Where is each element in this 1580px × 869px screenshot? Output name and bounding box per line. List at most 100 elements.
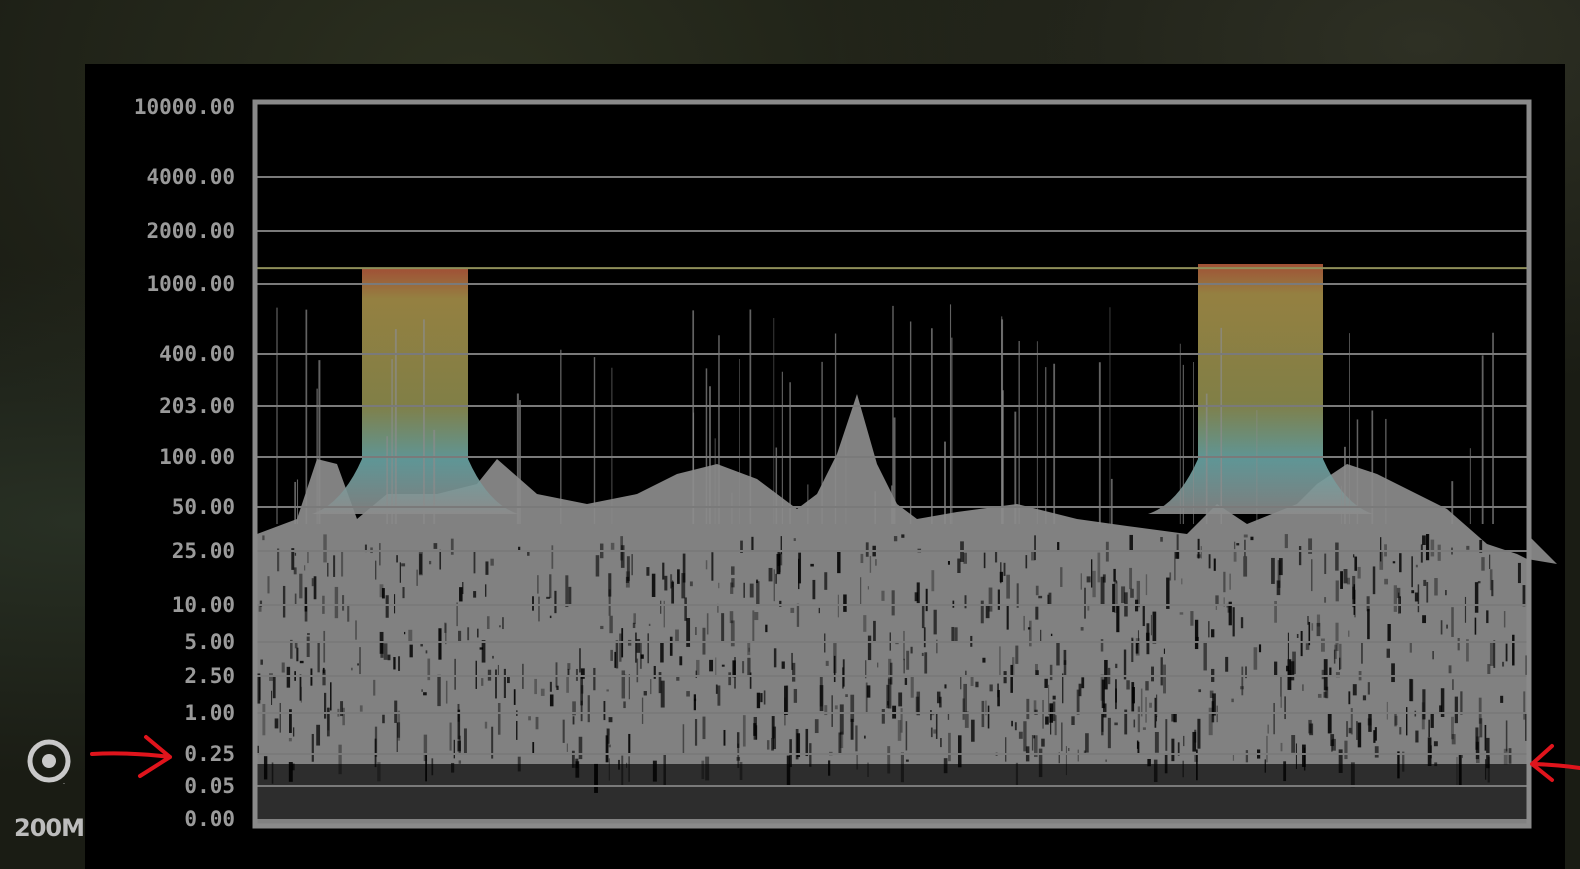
- trace-noise: [689, 581, 693, 587]
- trace-noise: [1386, 648, 1390, 658]
- trace-noise: [728, 672, 732, 686]
- trace-noise: [1233, 541, 1236, 550]
- trace-noise: [1173, 713, 1177, 723]
- trace-noise: [1160, 537, 1163, 542]
- trace-noise: [534, 678, 537, 695]
- trace-noise: [304, 604, 308, 622]
- trace-noise: [311, 733, 314, 762]
- trace-noise: [476, 628, 479, 638]
- trace-noise: [467, 627, 470, 641]
- trace-noise: [1031, 735, 1034, 751]
- trace-noise: [1437, 544, 1441, 561]
- trace-noise: [914, 592, 918, 602]
- trace-noise: [721, 613, 725, 643]
- trace-noise: [1052, 701, 1056, 722]
- trace-noise: [905, 721, 908, 751]
- trace-noise: [1035, 606, 1039, 620]
- trace-noise: [865, 542, 869, 557]
- trace-noise: [1005, 737, 1007, 762]
- trace-noise: [458, 760, 462, 764]
- trace-noise: [572, 716, 575, 725]
- trace-noise: [1113, 568, 1116, 582]
- trace-noise: [1302, 684, 1304, 691]
- trace-noise: [420, 644, 423, 647]
- trace-noise: [374, 726, 378, 757]
- trace-noise: [1344, 740, 1348, 760]
- trace-noise: [1451, 607, 1454, 637]
- trace-noise: [1280, 676, 1282, 697]
- trace-noise: [393, 657, 396, 670]
- trace-noise: [322, 667, 325, 674]
- trace-noise: [282, 585, 286, 618]
- minimap-zoom-widget[interactable]: 200M: [0, 730, 90, 869]
- trace-noise: [1045, 716, 1049, 725]
- trace-noise: [450, 538, 454, 555]
- trace-noise: [497, 702, 501, 735]
- trace-noise: [1386, 701, 1388, 720]
- trace-noise: [1181, 578, 1183, 585]
- trace-noise: [753, 723, 757, 736]
- target-icon[interactable]: [26, 738, 72, 784]
- trace-noise: [394, 700, 398, 723]
- trace-noise: [1010, 664, 1013, 693]
- trace-noise: [1130, 588, 1134, 598]
- trace-noise: [304, 565, 306, 571]
- trace-noise: [1018, 731, 1023, 739]
- trace-noise: [1208, 707, 1213, 736]
- trace-noise: [957, 735, 962, 768]
- trace-noise: [1092, 570, 1096, 598]
- trace-noise: [1311, 559, 1313, 592]
- trace-noise: [463, 728, 467, 755]
- trace-noise: [492, 655, 494, 659]
- trace-noise: [1273, 702, 1275, 735]
- trace-noise: [939, 696, 942, 708]
- trace-noise: [903, 630, 905, 661]
- trace-noise: [893, 536, 898, 542]
- trace-noise: [382, 714, 385, 724]
- y-tick-label: 10000.00: [134, 95, 235, 119]
- trace-noise: [1411, 556, 1413, 588]
- trace-noise: [933, 729, 937, 734]
- y-tick-label: 400.00: [159, 342, 235, 366]
- y-tick-label: 10.00: [172, 593, 235, 617]
- trace-noise: [662, 562, 665, 580]
- trace-noise: [790, 607, 795, 613]
- trace-noise: [1280, 742, 1283, 752]
- trace-noise: [1026, 698, 1030, 720]
- trace-noise: [1137, 706, 1141, 733]
- trace-noise: [860, 553, 864, 564]
- trace-noise: [1348, 691, 1351, 705]
- trace-noise: [359, 705, 363, 712]
- trace-noise: [610, 542, 615, 550]
- trace-noise: [994, 550, 998, 563]
- trace-noise: [1006, 574, 1010, 599]
- trace-noise: [824, 572, 828, 590]
- trace-noise: [620, 536, 624, 561]
- trace-noise: [940, 738, 942, 748]
- trace-noise: [628, 674, 630, 700]
- trace-noise: [742, 661, 745, 674]
- trace-noise: [416, 569, 418, 586]
- trace-noise: [693, 698, 697, 702]
- trace-noise: [1034, 663, 1038, 671]
- trace-noise: [756, 692, 761, 709]
- trace-noise: [869, 555, 872, 573]
- trace-noise: [1409, 642, 1412, 653]
- trace-noise: [1398, 592, 1400, 614]
- trace-noise: [1331, 739, 1333, 752]
- trace-noise: [947, 561, 950, 565]
- trace-noise: [960, 676, 962, 690]
- trace-noise: [1317, 693, 1322, 698]
- trace-noise: [760, 693, 763, 703]
- trace-noise: [1100, 639, 1104, 652]
- trace-noise: [565, 575, 569, 608]
- trace-noise: [1343, 569, 1348, 584]
- trace-noise: [693, 694, 696, 711]
- trace-noise: [310, 668, 313, 686]
- trace-noise: [1137, 741, 1140, 754]
- trace-noise: [875, 559, 877, 566]
- trace-noise: [408, 629, 413, 642]
- trace-noise: [1040, 629, 1042, 643]
- trace-noise: [855, 725, 858, 752]
- trace-noise: [1287, 632, 1289, 660]
